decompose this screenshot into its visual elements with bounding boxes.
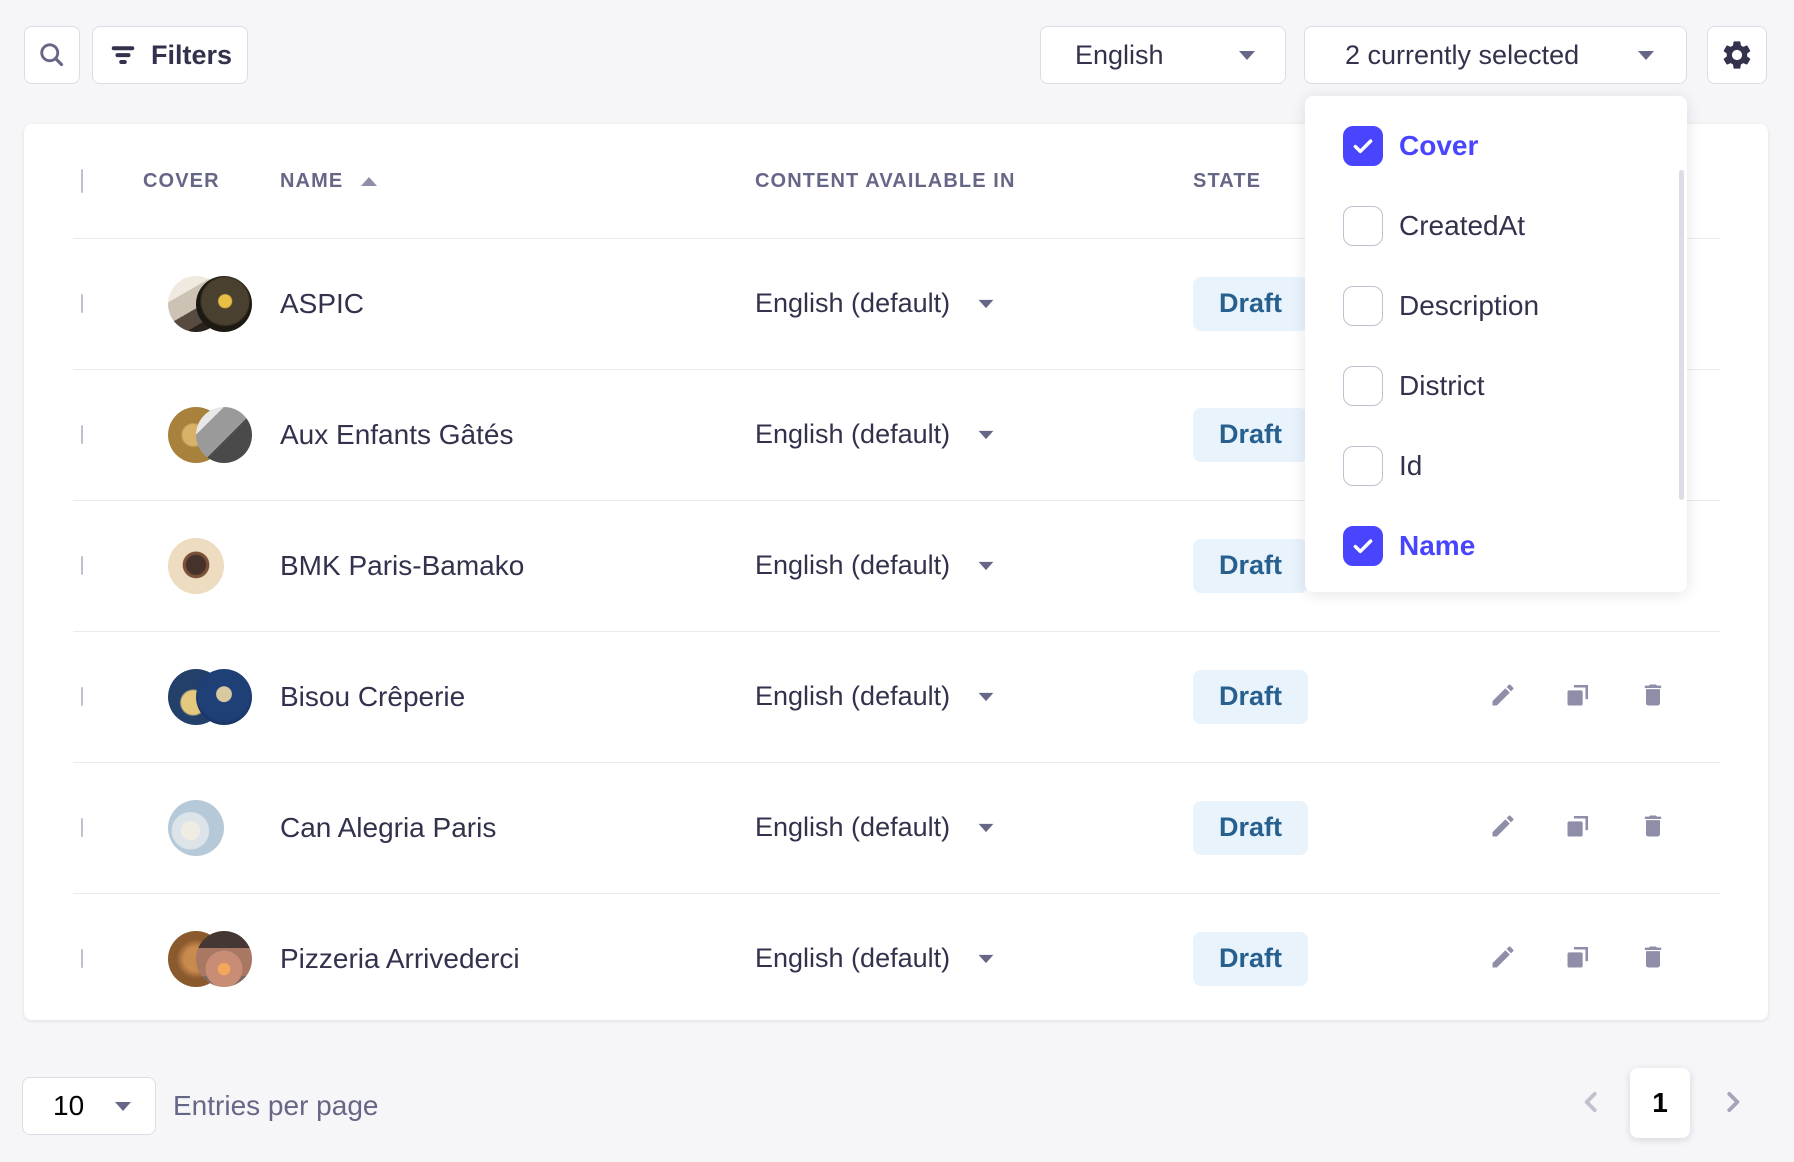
chevron-down-icon (979, 299, 994, 307)
select-all-checkbox[interactable] (81, 169, 83, 193)
row-locale-dropdown[interactable]: English (default) (755, 550, 1193, 581)
table-row[interactable]: Pizzeria Arrivederci English (default) D… (24, 893, 1768, 1024)
columns-select[interactable]: 2 currently selected (1304, 26, 1687, 84)
row-name: BMK Paris-Bamako (280, 550, 755, 582)
trash-icon (1639, 812, 1667, 843)
row-checkbox[interactable] (81, 294, 83, 313)
table-row[interactable]: Bisou Crêperie English (default) Draft (24, 631, 1768, 762)
pagination-next-button[interactable] (1718, 1087, 1748, 1120)
row-checkbox[interactable] (81, 949, 83, 968)
chevron-down-icon (1638, 51, 1654, 60)
chevron-down-icon (979, 823, 994, 831)
row-name: Can Alegria Paris (280, 812, 755, 844)
pencil-icon (1489, 812, 1517, 843)
chevron-right-icon (1718, 1105, 1748, 1120)
pagination-previous-button[interactable] (1576, 1087, 1606, 1120)
column-option-cover[interactable]: Cover (1305, 106, 1687, 186)
checkbox-checked-icon[interactable] (1343, 526, 1383, 566)
cover-avatar (168, 800, 224, 856)
filters-label: Filters (151, 40, 232, 71)
duplicate-button[interactable] (1563, 813, 1593, 843)
dropdown-scrollbar[interactable] (1679, 170, 1684, 500)
state-badge: Draft (1193, 932, 1308, 986)
duplicate-button[interactable] (1563, 944, 1593, 974)
settings-button[interactable] (1707, 26, 1767, 84)
edit-button[interactable] (1488, 813, 1518, 843)
chevron-down-icon (979, 692, 994, 700)
row-name: Aux Enfants Gâtés (280, 419, 755, 451)
chevron-down-icon (979, 430, 994, 438)
edit-button[interactable] (1488, 944, 1518, 974)
column-option-district[interactable]: District (1305, 346, 1687, 426)
search-button[interactable] (24, 26, 80, 84)
checkbox-icon[interactable] (1343, 206, 1383, 246)
search-icon (37, 40, 67, 70)
row-locale-dropdown[interactable]: English (default) (755, 288, 1193, 319)
checkbox-icon[interactable] (1343, 286, 1383, 326)
locale-select[interactable]: English (1040, 26, 1286, 84)
state-badge: Draft (1193, 801, 1308, 855)
column-header-name[interactable]: NAME (280, 170, 343, 193)
row-name: Bisou Crêperie (280, 681, 755, 713)
delete-button[interactable] (1638, 813, 1668, 843)
cover-avatar (196, 276, 252, 332)
state-badge: Draft (1193, 277, 1308, 331)
filters-button[interactable]: Filters (92, 26, 248, 84)
column-option-description[interactable]: Description (1305, 266, 1687, 346)
column-option-createdat[interactable]: CreatedAt (1305, 186, 1687, 266)
row-locale-dropdown[interactable]: English (default) (755, 681, 1193, 712)
column-picker-dropdown: Cover CreatedAt Description District Id … (1305, 96, 1687, 592)
column-option-name[interactable]: Name (1305, 506, 1687, 586)
page-size-value: 10 (53, 1090, 84, 1122)
chevron-down-icon (979, 954, 994, 962)
copy-icon (1564, 812, 1592, 843)
duplicate-button[interactable] (1563, 682, 1593, 712)
row-name: Pizzeria Arrivederci (280, 943, 755, 975)
column-header-cover[interactable]: COVER (115, 170, 280, 193)
table-row[interactable]: Can Alegria Paris English (default) Draf… (24, 762, 1768, 893)
row-checkbox[interactable] (81, 687, 83, 706)
row-locale-dropdown[interactable]: English (default) (755, 419, 1193, 450)
delete-button[interactable] (1638, 682, 1668, 712)
chevron-down-icon (1239, 51, 1255, 60)
locale-select-value: English (1075, 40, 1164, 71)
checkbox-icon[interactable] (1343, 366, 1383, 406)
cover-avatar (196, 669, 252, 725)
pencil-icon (1489, 681, 1517, 712)
chevron-left-icon (1576, 1105, 1606, 1120)
cover-avatar (196, 931, 252, 987)
column-header-content[interactable]: CONTENT AVAILABLE IN (755, 170, 1193, 193)
row-locale-dropdown[interactable]: English (default) (755, 943, 1193, 974)
trash-icon (1639, 681, 1667, 712)
cover-avatar (196, 407, 252, 463)
state-badge: Draft (1193, 539, 1308, 593)
filter-icon (108, 40, 138, 70)
row-checkbox[interactable] (81, 556, 83, 575)
sort-ascending-icon (361, 177, 377, 186)
columns-select-value: 2 currently selected (1345, 40, 1579, 71)
row-checkbox[interactable] (81, 425, 83, 444)
row-checkbox[interactable] (81, 818, 83, 837)
state-badge: Draft (1193, 670, 1308, 724)
copy-icon (1564, 681, 1592, 712)
cover-avatar (168, 538, 224, 594)
chevron-down-icon (115, 1102, 131, 1111)
copy-icon (1564, 943, 1592, 974)
edit-button[interactable] (1488, 682, 1518, 712)
row-locale-dropdown[interactable]: English (default) (755, 812, 1193, 843)
row-name: ASPIC (280, 288, 755, 320)
chevron-down-icon (979, 561, 994, 569)
page-size-select[interactable]: 10 (22, 1077, 156, 1135)
state-badge: Draft (1193, 408, 1308, 462)
column-option-id[interactable]: Id (1305, 426, 1687, 506)
gear-icon (1720, 38, 1754, 72)
pencil-icon (1489, 943, 1517, 974)
trash-icon (1639, 943, 1667, 974)
pagination-page-1-button[interactable]: 1 (1630, 1068, 1690, 1138)
entries-per-page-label: Entries per page (173, 1077, 378, 1135)
delete-button[interactable] (1638, 944, 1668, 974)
checkbox-icon[interactable] (1343, 446, 1383, 486)
checkbox-checked-icon[interactable] (1343, 126, 1383, 166)
